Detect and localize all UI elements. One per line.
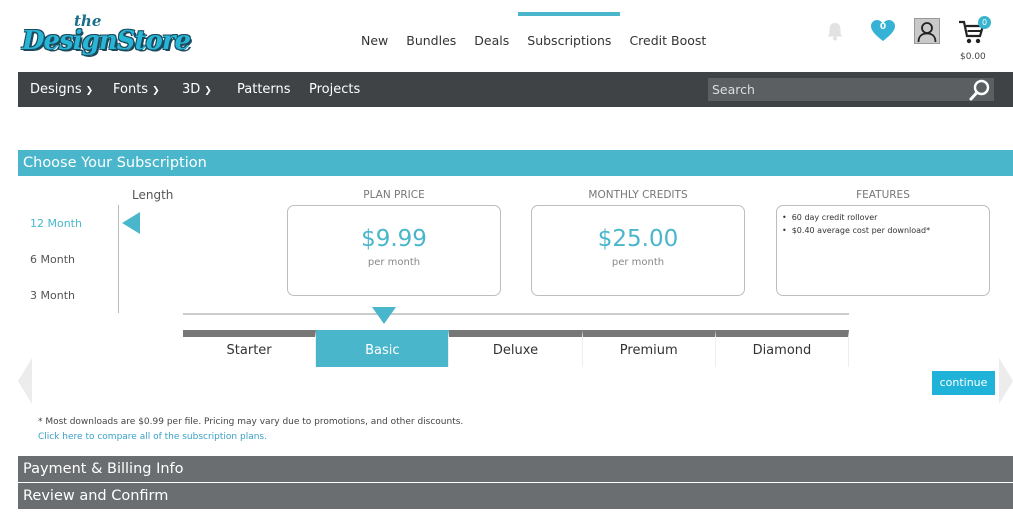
plan-slider-track: [183, 313, 849, 315]
main-nav-patterns[interactable]: Patterns: [237, 72, 291, 107]
cart-count-badge: 0: [978, 16, 991, 29]
payment-billing-header[interactable]: Payment & Billing Info: [18, 456, 1013, 482]
search-input[interactable]: Search: [708, 78, 994, 101]
plan-slider-handle[interactable]: [372, 307, 396, 324]
features-box: 60 day credit rollover $0.40 average cos…: [776, 205, 990, 296]
monthly-credits-box: $25.00 per month: [531, 205, 745, 296]
monthly-credits-heading: MONTHLY CREDITS: [588, 189, 688, 201]
monthly-credits-value: $25.00: [597, 226, 679, 252]
main-nav: Designs ❯ Fonts ❯ 3D ❯ Patterns Projects Se…: [18, 72, 1013, 107]
chevron-down-icon: ❯: [85, 86, 94, 96]
main-nav-projects-label: Projects: [309, 82, 361, 97]
main-nav-3d[interactable]: 3D ❯: [182, 72, 212, 107]
choose-subscription-header[interactable]: Choose Your Subscription: [18, 150, 1013, 176]
site-logo[interactable]: the DesignStore: [22, 12, 191, 64]
main-nav-fonts-label: Fonts: [113, 82, 149, 97]
plan-price-box: $9.99 per month: [287, 205, 501, 296]
bell-icon[interactable]: [824, 20, 846, 42]
plan-price-period: per month: [367, 257, 421, 268]
main-nav-3d-label: 3D: [182, 82, 201, 97]
wishlist-count: 0: [879, 22, 887, 32]
plan-tab-basic[interactable]: Basic: [316, 330, 450, 367]
search-icon[interactable]: [968, 78, 992, 102]
length-option-6-month[interactable]: 6 Month: [30, 253, 75, 266]
main-nav-projects[interactable]: Projects: [309, 72, 360, 107]
top-nav-subscriptions[interactable]: Subscriptions: [518, 12, 621, 72]
length-label: Length: [132, 188, 174, 202]
chevron-down-icon: ❯: [152, 86, 160, 96]
top-nav-deals[interactable]: Deals: [465, 12, 518, 72]
next-arrow-icon[interactable]: [999, 358, 1013, 404]
length-option-12-month[interactable]: 12 Month: [30, 217, 82, 230]
main-nav-patterns-label: Patterns: [237, 82, 291, 97]
user-account-icon[interactable]: [914, 18, 940, 44]
feature-item: $0.40 average cost per download*: [782, 226, 989, 235]
top-nav: New Bundles Deals Subscriptions Credit B…: [352, 12, 715, 72]
plan-tab-deluxe[interactable]: Deluxe: [449, 330, 583, 367]
plan-price-heading: PLAN PRICE: [363, 189, 425, 201]
main-nav-fonts[interactable]: Fonts ❯: [113, 72, 160, 107]
compare-plans-link[interactable]: Click here to compare all of the subscri…: [38, 432, 267, 442]
features-list: 60 day credit rollover $0.40 average cos…: [782, 213, 989, 235]
wishlist-heart-icon[interactable]: 0: [870, 19, 896, 43]
plan-tab-starter[interactable]: Starter: [183, 330, 317, 367]
chevron-down-icon: ❯: [204, 86, 212, 96]
top-nav-new[interactable]: New: [352, 12, 397, 72]
plan-tab-diamond[interactable]: Diamond: [715, 330, 850, 367]
cart-total: $0.00: [960, 52, 986, 62]
plan-tab-premium[interactable]: Premium: [582, 330, 716, 367]
pricing-note: * Most downloads are $0.99 per file. Pri…: [38, 417, 464, 427]
logo-main-text: DesignStore: [22, 26, 191, 56]
top-nav-credit-boost[interactable]: Credit Boost: [620, 12, 715, 72]
length-selector-arrow-icon: [122, 212, 140, 234]
monthly-credits-period: per month: [611, 257, 665, 268]
top-nav-bundles[interactable]: Bundles: [397, 12, 465, 72]
shopping-cart-icon[interactable]: 0: [958, 16, 991, 46]
previous-arrow-icon[interactable]: [18, 358, 32, 404]
plan-tabs: Starter Basic Deluxe Premium Diamond: [183, 330, 850, 367]
features-heading: FEATURES: [856, 189, 910, 201]
length-divider: [118, 205, 119, 313]
main-nav-designs[interactable]: Designs ❯: [30, 72, 93, 107]
main-nav-designs-label: Designs: [30, 82, 82, 97]
plan-price-value: $9.99: [361, 226, 427, 252]
review-confirm-header[interactable]: Review and Confirm: [18, 483, 1013, 509]
continue-button[interactable]: continue: [932, 371, 995, 395]
length-option-3-month[interactable]: 3 Month: [30, 289, 75, 302]
feature-item: 60 day credit rollover: [782, 213, 989, 222]
top-header: the DesignStore New Bundles Deals Subscr…: [0, 0, 1013, 72]
